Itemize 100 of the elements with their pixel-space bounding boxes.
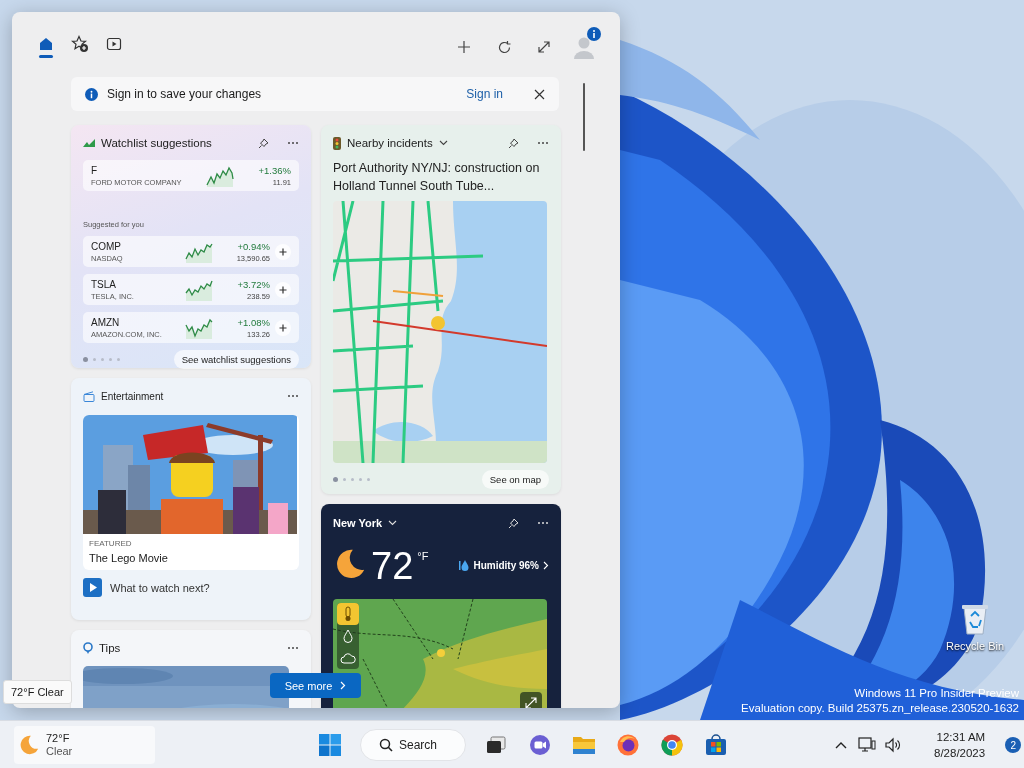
stock-symbol: COMP <box>91 240 122 252</box>
map-layer-button[interactable] <box>337 603 359 625</box>
price-change: +1.08% <box>236 316 270 328</box>
sparkline <box>184 278 214 301</box>
add-button[interactable] <box>275 319 291 336</box>
incident-headline[interactable]: Port Authority NY/NJ: construction on Holland Tunnel South Tube... <box>333 159 549 195</box>
add-button[interactable] <box>275 281 291 298</box>
stock-symbol: AMZN <box>91 316 121 328</box>
more-icon <box>287 141 299 145</box>
droplet-icon <box>343 629 353 643</box>
info-icon <box>85 87 98 101</box>
refresh-icon <box>496 39 512 55</box>
tooltip: 72°F Clear <box>3 680 72 704</box>
pager-dot[interactable] <box>117 358 120 361</box>
pager-dot[interactable] <box>109 358 112 361</box>
close-icon <box>534 88 545 100</box>
chrome-icon <box>660 733 684 757</box>
notification-badge[interactable]: 2 <box>1005 737 1022 753</box>
traffic-light-icon <box>333 136 341 150</box>
price-change: +1.36% <box>257 164 291 176</box>
more-icon <box>287 394 299 398</box>
pager-dot[interactable] <box>359 478 362 481</box>
folder-icon <box>572 734 596 756</box>
chevron-down-icon[interactable] <box>438 140 448 146</box>
close-button[interactable] <box>534 88 545 100</box>
more-icon <box>537 521 549 525</box>
pager-dot[interactable] <box>93 358 96 361</box>
movie-card[interactable]: FEATURED The Lego Movie <box>83 415 299 570</box>
chevron-right-icon <box>340 681 347 690</box>
droplet-icon <box>459 559 470 571</box>
store-bag-icon <box>704 733 728 757</box>
scrollbar[interactable] <box>583 83 585 151</box>
pager-dot[interactable] <box>343 478 346 481</box>
sparkline <box>205 164 235 187</box>
clapperboard-icon <box>83 390 95 402</box>
pager-dot[interactable] <box>367 478 370 481</box>
card-title[interactable]: Nearby incidents <box>347 137 433 149</box>
pager-dot[interactable] <box>83 357 88 362</box>
see-more-button[interactable]: See more <box>270 673 361 698</box>
more-button[interactable] <box>537 521 549 525</box>
search-button[interactable]: Search <box>360 729 466 761</box>
more-icon <box>537 141 549 145</box>
more-button[interactable] <box>287 646 299 650</box>
expand-icon <box>537 40 551 54</box>
card-title: Watchlist suggestions <box>101 137 212 149</box>
movie-title: The Lego Movie <box>89 552 169 564</box>
banner-text: Sign in to save your changes <box>107 87 262 101</box>
card-title: Entertainment <box>101 390 164 402</box>
pager-dot[interactable] <box>351 478 354 481</box>
speaker-icon <box>884 737 902 753</box>
more-button[interactable] <box>287 141 299 145</box>
more-button[interactable] <box>537 141 549 145</box>
firefox-icon <box>616 733 640 757</box>
more-icon <box>287 646 299 650</box>
temperature-unit: °F <box>417 550 429 562</box>
price-change: +3.72% <box>236 278 270 290</box>
home-icon <box>38 36 54 52</box>
thermometer-icon <box>343 606 353 622</box>
pager-dot[interactable] <box>333 477 338 482</box>
watermark-text: Evaluation copy. Build 25375.zn_release.230520-1632 <box>741 701 1019 716</box>
weather-widget-button[interactable]: 72°F Clear <box>14 725 155 764</box>
watch-link[interactable]: What to watch next? <box>110 581 210 594</box>
humidity-link[interactable]: Humidity 96% <box>459 559 549 571</box>
windows-logo-icon <box>318 733 342 757</box>
play-icon <box>83 578 102 597</box>
video-chat-icon <box>528 733 552 757</box>
featured-label: FEATURED <box>89 539 133 548</box>
sparkline <box>184 316 214 339</box>
expand-button[interactable] <box>520 692 542 708</box>
chevron-up-glyph-icon <box>835 741 847 749</box>
pager-dot[interactable] <box>101 358 104 361</box>
task-view-icon <box>485 735 507 755</box>
watchlist-link[interactable]: See watchlist suggestions <box>173 350 299 369</box>
play-icon <box>106 36 122 52</box>
add-button[interactable] <box>275 243 291 260</box>
plus-icon <box>279 247 287 256</box>
stock-chart-icon <box>83 138 95 148</box>
expand-icon <box>525 697 537 708</box>
plus-icon <box>279 285 287 294</box>
stock-symbol: TSLA <box>91 278 117 290</box>
see-on-map-button[interactable]: See on map <box>481 470 549 489</box>
cloud-icon <box>340 652 356 664</box>
stock-symbol: F <box>91 164 99 176</box>
info-badge-icon <box>587 27 601 41</box>
pin-icon[interactable] <box>508 137 519 149</box>
plus-icon <box>279 323 287 332</box>
sign-in-link[interactable]: Sign in <box>466 87 503 101</box>
monitor-icon <box>858 737 876 753</box>
city-name[interactable]: New York <box>333 517 383 529</box>
chevron-right-icon <box>543 560 549 570</box>
card-title: Tips <box>99 642 121 654</box>
clock[interactable]: 12:31 AM 8/28/2023 <box>928 729 992 761</box>
pin-icon[interactable] <box>258 137 269 149</box>
lightbulb-icon <box>83 641 93 655</box>
temperature: 72 <box>371 547 414 585</box>
more-button[interactable] <box>287 394 299 398</box>
moon-icon <box>18 733 40 756</box>
star-add-icon <box>71 35 89 53</box>
price-change: +0.94% <box>236 240 270 252</box>
plus-icon <box>457 40 471 54</box>
